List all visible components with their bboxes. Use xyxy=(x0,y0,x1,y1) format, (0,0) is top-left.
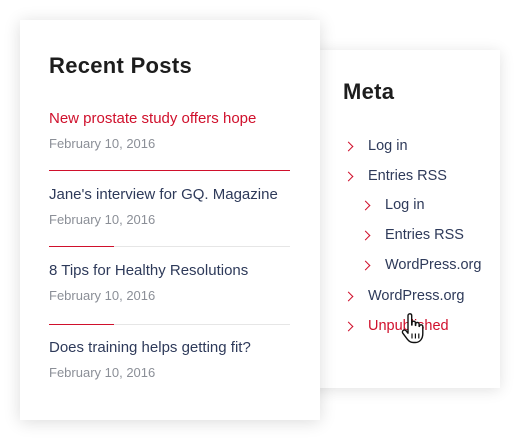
post-date: February 10, 2016 xyxy=(49,212,156,227)
post-title-link[interactable]: Jane's interview for GQ. Magazine xyxy=(49,186,289,204)
post-date: February 10, 2016 xyxy=(49,288,156,303)
meta-heading: Meta xyxy=(343,79,395,104)
chevron-right-icon xyxy=(360,260,371,270)
chevron-right-icon xyxy=(360,200,371,210)
meta-item-label: Entries RSS xyxy=(385,227,464,243)
meta-subitem-entries-rss[interactable]: Entries RSS xyxy=(360,226,464,244)
meta-item-unpublished[interactable]: Unpublished xyxy=(343,317,449,335)
chevron-right-icon xyxy=(343,321,354,331)
post-title-link[interactable]: Does training helps getting fit? xyxy=(49,339,289,357)
meta-item-label: Entries RSS xyxy=(368,168,447,184)
post-item: 8 Tips for Healthy Resolutions February … xyxy=(49,262,289,304)
meta-item-label: WordPress.org xyxy=(385,257,482,273)
meta-item-label: Log in xyxy=(368,138,408,154)
post-date: February 10, 2016 xyxy=(49,136,156,151)
post-divider xyxy=(49,324,290,325)
meta-item-label: Log in xyxy=(385,197,425,213)
meta-item-wordpress-org[interactable]: WordPress.org xyxy=(343,287,465,305)
post-item: New prostate study offers hope February … xyxy=(49,110,289,152)
post-title-link[interactable]: 8 Tips for Healthy Resolutions xyxy=(49,262,289,280)
widgets-stage: Meta Log in Entries RSS Log in Entries R… xyxy=(0,0,520,440)
hand-pointer-icon xyxy=(401,313,424,344)
chevron-right-icon xyxy=(360,230,371,240)
meta-item-label: WordPress.org xyxy=(368,288,465,304)
chevron-right-icon xyxy=(343,291,354,301)
divider-accent xyxy=(49,246,114,247)
chevron-right-icon xyxy=(343,171,354,181)
post-title-link[interactable]: New prostate study offers hope xyxy=(49,110,289,128)
meta-subitem-wordpress-org[interactable]: WordPress.org xyxy=(360,256,482,274)
post-item: Does training helps getting fit? Februar… xyxy=(49,339,289,381)
post-divider xyxy=(49,170,290,171)
divider-accent xyxy=(49,170,290,171)
meta-item-log-in[interactable]: Log in xyxy=(343,137,408,155)
recent-posts-widget: Recent Posts New prostate study offers h… xyxy=(20,20,320,420)
post-divider xyxy=(49,246,290,247)
post-item: Jane's interview for GQ. Magazine Februa… xyxy=(49,186,289,228)
divider-accent xyxy=(49,324,114,325)
recent-posts-heading: Recent Posts xyxy=(49,53,192,78)
chevron-right-icon xyxy=(343,141,354,151)
post-date: February 10, 2016 xyxy=(49,365,156,380)
meta-subitem-log-in[interactable]: Log in xyxy=(360,196,425,214)
meta-item-entries-rss[interactable]: Entries RSS xyxy=(343,167,447,185)
